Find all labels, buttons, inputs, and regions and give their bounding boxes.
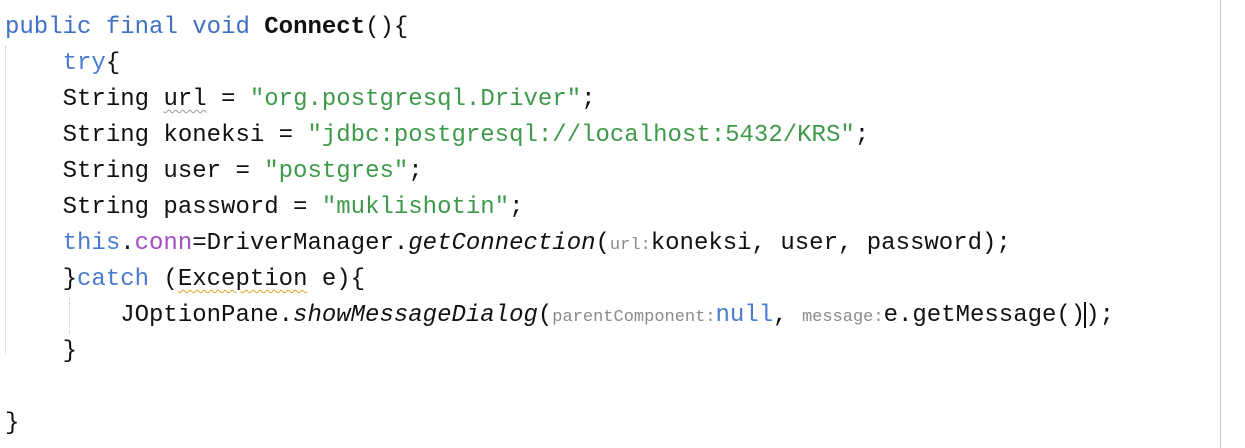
identifier-token: e){ <box>307 266 366 293</box>
punctuation-token: ( <box>537 302 553 329</box>
punctuation-token: , <box>773 302 802 329</box>
code-editor[interactable]: public final void Connect(){ try{ String… <box>0 0 1245 448</box>
punctuation-token: ; <box>1099 302 1115 329</box>
punctuation-token: ; <box>509 194 524 221</box>
method-call-token: getConnection <box>408 230 596 257</box>
field-token: conn <box>134 230 193 257</box>
keyword-token: public <box>5 14 92 41</box>
punctuation-token: ( <box>149 266 178 293</box>
code-line: this.conn=DriverManager.getConnection(ur… <box>5 226 1011 262</box>
warning-exception-token: Exception <box>177 266 308 293</box>
code-line: }catch (Exception e){ <box>5 262 365 298</box>
keyword-token: catch <box>77 266 150 293</box>
punctuation-token: . <box>120 230 135 257</box>
punctuation-token: ) <box>1085 302 1100 329</box>
parameter-hint: parentComponent: <box>552 308 716 327</box>
parameter-hint: message: <box>801 308 884 327</box>
code-line: String password = "muklishotin"; <box>5 190 524 226</box>
code-line: } <box>5 334 77 370</box>
punctuation-token: } <box>5 410 20 437</box>
method-call-token: showMessageDialog <box>293 302 538 329</box>
string-literal-token: "org.postgresql.Driver" <box>249 86 582 113</box>
unused-variable-url: url <box>163 86 207 113</box>
arguments-token: koneksi, user, password); <box>650 230 1011 257</box>
identifier-token: =DriverManager. <box>192 230 409 257</box>
declaration-token: String user = <box>62 158 265 185</box>
keyword-token: null <box>715 302 774 329</box>
code-line: public final void Connect(){ <box>5 10 408 46</box>
declaration-token: String koneksi = <box>62 122 308 149</box>
right-margin-guide <box>1220 0 1221 448</box>
method-call-token: e.getMessage() <box>883 302 1086 329</box>
declaration-token: String password = <box>62 194 322 221</box>
keyword-token: try <box>62 50 106 77</box>
code-line: try{ <box>5 46 121 82</box>
code-line: String koneksi = "jdbc:postgresql://loca… <box>5 118 870 154</box>
string-literal-token: "muklishotin" <box>321 194 510 221</box>
punctuation-token: (){ <box>365 14 409 41</box>
punctuation-token: } <box>62 338 78 365</box>
code-line: String url = "org.postgresql.Driver"; <box>5 82 596 118</box>
code-line: } <box>5 406 19 442</box>
punctuation-token: } <box>62 266 78 293</box>
string-literal-token: "jdbc:postgresql://localhost:5432/KRS" <box>307 122 855 149</box>
punctuation-token: ( <box>595 230 610 257</box>
punctuation-token: ; <box>408 158 423 185</box>
punctuation-token: ; <box>854 122 870 149</box>
declaration-token: String url = <box>62 86 250 113</box>
method-name-token: Connect <box>264 14 366 41</box>
code-line: String user = "postgres"; <box>5 154 423 190</box>
punctuation-token: { <box>105 50 121 77</box>
identifier-token: JOptionPane. <box>120 302 294 329</box>
keyword-token: void <box>192 14 250 41</box>
keyword-token: final <box>105 14 178 41</box>
keyword-token: this <box>62 230 121 257</box>
punctuation-token: ; <box>581 86 596 113</box>
string-literal-token: "postgres" <box>264 158 409 185</box>
parameter-hint: url: <box>609 236 651 255</box>
code-line: JOptionPane.showMessageDialog(parentComp… <box>5 298 1114 334</box>
